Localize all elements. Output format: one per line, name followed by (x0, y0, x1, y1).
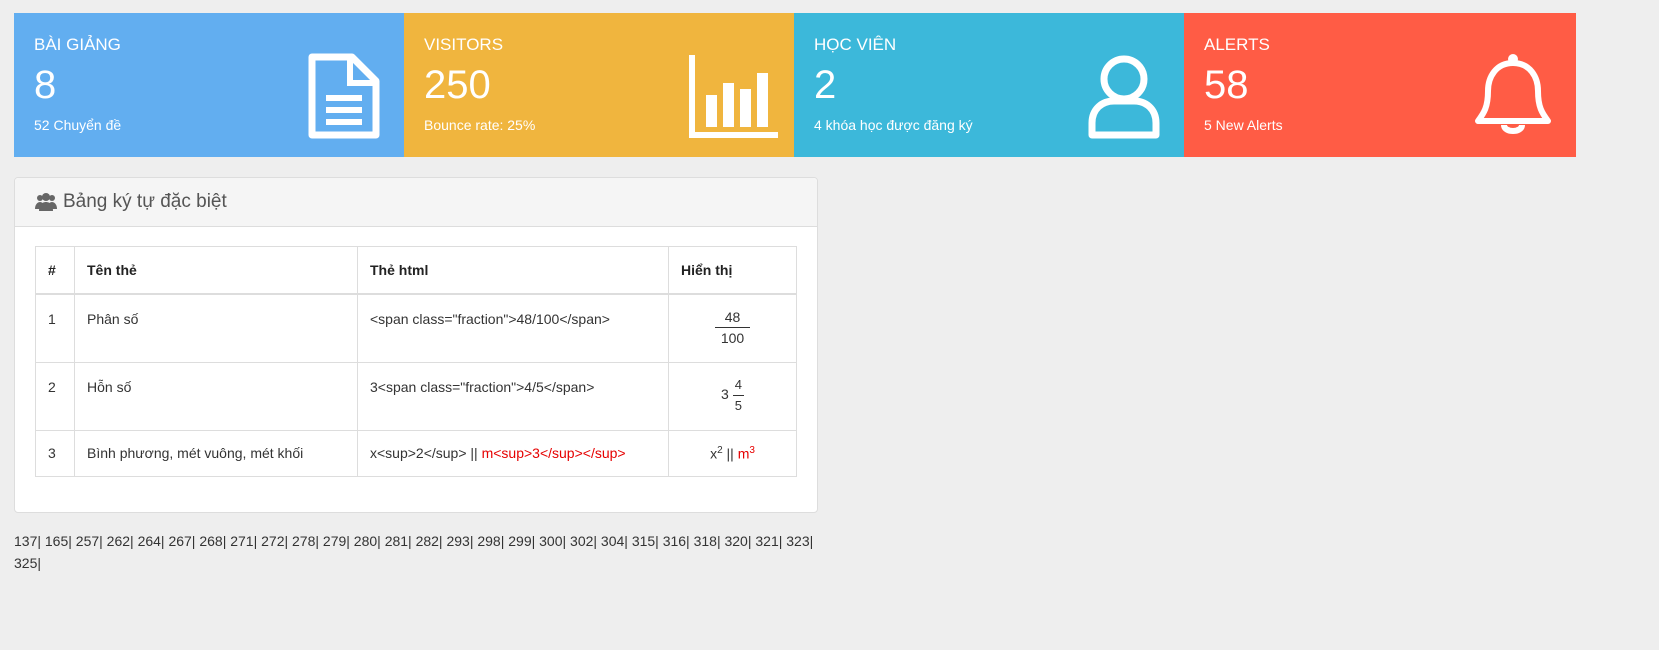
denominator: 100 (720, 330, 745, 346)
denominator: 5 (734, 397, 742, 413)
fraction: 48 100 (714, 307, 751, 348)
base-m: m (737, 445, 750, 462)
row-display: x2 || m3 (668, 429, 797, 477)
card-alerts[interactable]: ALERTS 58 5 New Alerts (1184, 13, 1576, 157)
page-link[interactable]: 257| (76, 533, 103, 549)
page-link[interactable]: 279| (323, 533, 350, 549)
user-icon (1078, 51, 1168, 141)
card-visitors[interactable]: VISITORS 250 Bounce rate: 25% (404, 13, 796, 157)
table-row: 2 Hỗn số 3<span class="fraction">4/5</sp… (35, 361, 797, 431)
base-x: x (710, 445, 718, 462)
row-html: <span class="fraction">48/100</span> (357, 293, 669, 363)
page-link[interactable]: 302| (570, 533, 597, 549)
page-link[interactable]: 280| (354, 533, 381, 549)
page-link[interactable]: 165| (45, 533, 72, 549)
numerator: 48 (714, 307, 751, 328)
page-link[interactable]: 304| (601, 533, 628, 549)
panel-title: Bảng ký tự đặc biệt (63, 191, 227, 212)
col-html-header: Thẻ html (357, 246, 669, 295)
row-name: Hỗn số (74, 361, 358, 431)
exponent-2: 2 (717, 444, 723, 456)
card-students[interactable]: HỌC VIÊN 2 4 khóa học được đăng ký (794, 13, 1186, 157)
numerator: 4 (732, 375, 744, 396)
page-link[interactable]: 264| (138, 533, 165, 549)
row-html: 3<span class="fraction">4/5</span> (357, 361, 669, 431)
col-index-header: # (35, 246, 75, 295)
page-link[interactable]: 282| (416, 533, 443, 549)
table-header-row: # Tên thẻ Thẻ html Hiển thị (35, 246, 797, 295)
row-index: 3 (35, 429, 75, 477)
row-index: 2 (35, 361, 75, 431)
html-code-part-a: x<sup>2</sup> || (370, 444, 478, 461)
row-name: Bình phương, mét vuông, mét khối (74, 429, 358, 477)
page-link[interactable]: 298| (477, 533, 504, 549)
page-link[interactable]: 300| (539, 533, 566, 549)
page-link[interactable]: 272| (261, 533, 288, 549)
page-link[interactable]: 320| (724, 533, 751, 549)
page-link[interactable]: 268| (199, 533, 226, 549)
page-list: 137| 165| 257| 262| 264| 267| 268| 271| … (14, 530, 814, 574)
page-link[interactable]: 315| (632, 533, 659, 549)
table-row: 1 Phân số <span class="fraction">48/100<… (35, 293, 797, 363)
row-display: 48 100 (668, 293, 797, 363)
page-link[interactable]: 281| (385, 533, 412, 549)
col-display-header: Hiển thị (668, 246, 797, 295)
page-link[interactable]: 299| (508, 533, 535, 549)
row-name: Phân số (74, 293, 358, 363)
page-link[interactable]: 278| (292, 533, 319, 549)
row-index: 1 (35, 293, 75, 363)
page-link[interactable]: 325| (14, 555, 41, 571)
html-code-part-b: m<sup>3</sup></sup> (481, 444, 626, 461)
table-row: 3 Bình phương, mét vuông, mét khối x<sup… (35, 429, 797, 477)
special-chars-table: # Tên thẻ Thẻ html Hiển thị 1 Phân số <s… (35, 246, 797, 477)
col-name-header: Tên thẻ (74, 246, 358, 295)
users-icon (35, 192, 57, 212)
page-link[interactable]: 267| (168, 533, 195, 549)
whole-number: 3 (721, 385, 729, 402)
page-link[interactable]: 262| (107, 533, 134, 549)
row-html: x<sup>2</sup> || m<sup>3</sup></sup> (357, 429, 669, 477)
row-display: 3 4 5 (668, 361, 797, 431)
page-link[interactable]: 321| (755, 533, 782, 549)
document-icon (298, 51, 388, 141)
page-link[interactable]: 323| (786, 533, 813, 549)
exponent-3: 3 (749, 444, 755, 456)
special-chars-panel: Bảng ký tự đặc biệt # Tên thẻ Thẻ html H… (14, 177, 818, 513)
page-link[interactable]: 318| (694, 533, 721, 549)
bell-icon (1468, 51, 1558, 141)
panel-header: Bảng ký tự đặc biệt (15, 178, 817, 227)
page-link[interactable]: 271| (230, 533, 257, 549)
page-link[interactable]: 293| (446, 533, 473, 549)
fraction: 4 5 (732, 375, 744, 416)
card-lectures[interactable]: BÀI GIẢNG 8 52 Chuyển đề (14, 13, 406, 157)
separator: || (726, 445, 734, 462)
bar-chart-icon (688, 51, 778, 141)
page-link[interactable]: 316| (663, 533, 690, 549)
page-link[interactable]: 137| (14, 533, 41, 549)
